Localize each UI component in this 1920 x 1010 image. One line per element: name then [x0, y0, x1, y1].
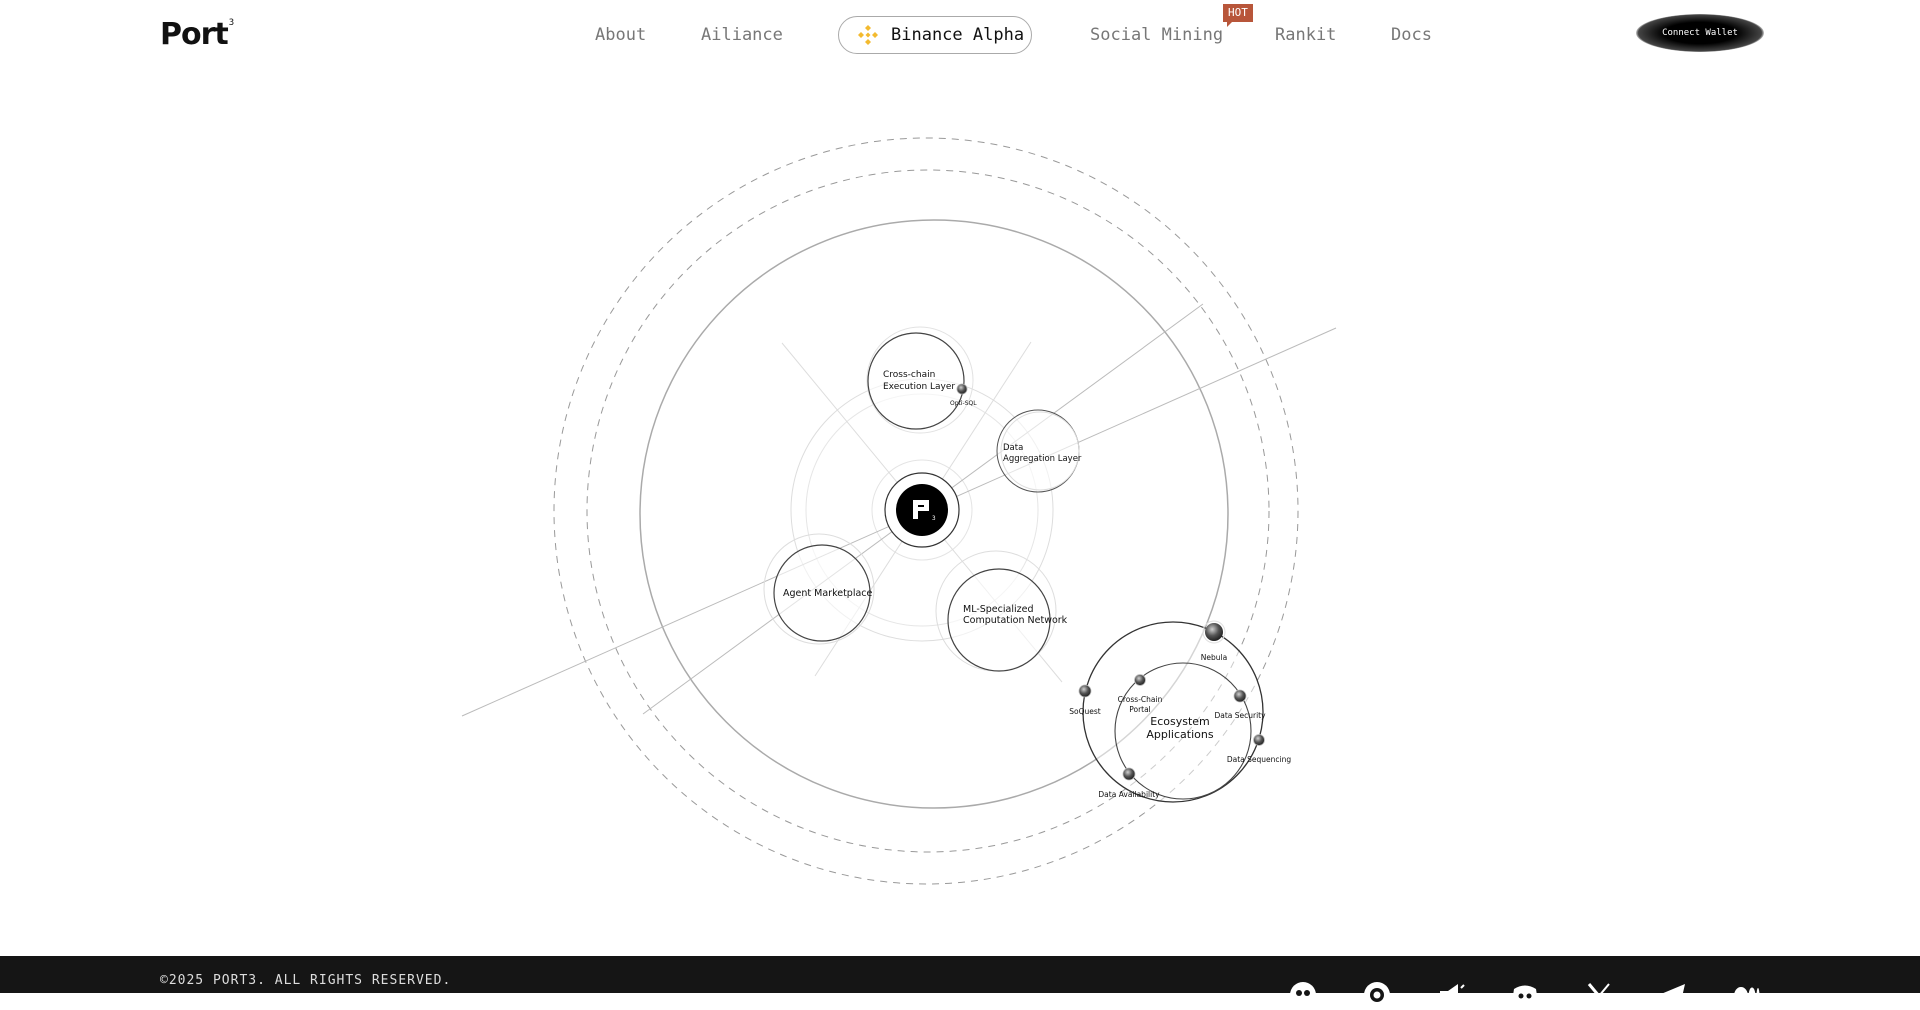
center-logo-superscript: 3 — [932, 515, 936, 522]
data-sequencing-dot[interactable] — [1253, 734, 1265, 746]
data-aggregation-node[interactable]: Data Aggregation Layer — [996, 409, 1082, 493]
opti-sql-dot[interactable] — [956, 383, 968, 395]
medium-icon[interactable] — [1732, 980, 1762, 1010]
megaphone-icon[interactable] — [1436, 980, 1466, 1010]
community-icon[interactable] — [1288, 980, 1318, 1010]
data-availability-label: Data Availability — [1098, 790, 1160, 799]
data-aggregation-label-1: Data — [1003, 443, 1023, 453]
data-sequencing-label: Data Sequencing — [1227, 755, 1292, 764]
telegram-icon[interactable] — [1658, 980, 1688, 1010]
nebula-label: Nebula — [1201, 653, 1227, 662]
ecosystem-label-2: Applications — [1146, 728, 1213, 741]
agent-marketplace-node[interactable]: Agent Marketplace — [763, 533, 875, 645]
ml-computation-label-1: ML-Specialized — [963, 604, 1033, 615]
nebula-dot[interactable] — [1205, 623, 1223, 641]
cross-chain-label-1: Cross-chain — [883, 370, 935, 380]
x-icon[interactable] — [1584, 980, 1614, 1010]
soquest-dot[interactable] — [1078, 684, 1092, 698]
cross-chain-portal-dot[interactable] — [1134, 674, 1146, 686]
data-availability-dot[interactable] — [1122, 767, 1136, 781]
agent-marketplace-label: Agent Marketplace — [783, 588, 873, 599]
ml-computation-node[interactable]: ML-Specialized Computation Network — [935, 550, 1068, 672]
data-security-label: Data Security — [1214, 711, 1266, 720]
cross-chain-execution-node[interactable]: Cross-chain Execution Layer Opti-SQL — [866, 326, 977, 434]
center-port3-node[interactable]: 3 — [884, 472, 960, 548]
opti-sql-label: Opti-SQL — [950, 400, 977, 407]
cross-chain-label-2: Execution Layer — [883, 382, 955, 392]
discord-icon[interactable] — [1510, 980, 1540, 1010]
footer: ©2025 PORT3. ALL RIGHTS RESERVED. — [0, 956, 1920, 1009]
cross-chain-portal-label-1: Cross-Chain — [1118, 695, 1163, 704]
ecosystem-applications-node[interactable]: Ecosystem Applications Nebula Cross-Chai… — [1069, 620, 1292, 803]
copyright-text: ©2025 PORT3. ALL RIGHTS RESERVED. — [160, 973, 452, 988]
ecosystem-orbit-diagram: 3 Cross-chain Execution Layer Opti-SQL D… — [461, 137, 1337, 885]
data-security-dot[interactable] — [1233, 689, 1247, 703]
ecosystem-label-1: Ecosystem — [1150, 715, 1210, 728]
chat-icon[interactable] — [1362, 980, 1392, 1010]
ml-computation-label-2: Computation Network — [963, 615, 1068, 626]
data-aggregation-label-2: Aggregation Layer — [1003, 454, 1082, 464]
cross-chain-portal-label-2: Portal — [1129, 705, 1151, 714]
soquest-label: SoQuest — [1069, 707, 1101, 716]
